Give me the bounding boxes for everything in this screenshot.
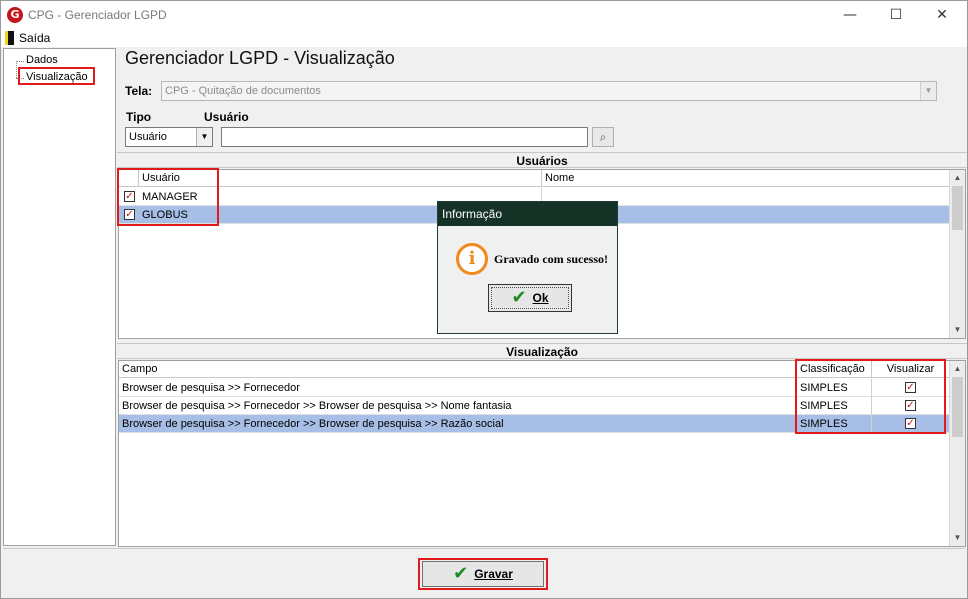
navigation-tree: Dados Visualização [3, 48, 116, 546]
tela-select-value: CPG - Quitação de documentos [165, 85, 321, 97]
visualizar-cell: ✓ [872, 397, 950, 415]
close-button[interactable]: ✕ [919, 1, 965, 29]
ok-button[interactable]: ✔ Ok [488, 284, 572, 312]
page-title: Gerenciador LGPD - Visualização [125, 48, 395, 68]
visualizacao-panel-title: Visualização [117, 343, 967, 359]
binoculars-icon: ⌕ [599, 130, 607, 144]
chevron-down-icon[interactable]: ▼ [196, 128, 212, 146]
maximize-button[interactable]: ☐ [873, 1, 919, 29]
campo-cell: Browser de pesquisa >> Fornecedor >> Bro… [119, 415, 797, 433]
table-row[interactable]: Browser de pesquisa >> Fornecedor >> Bro… [119, 415, 950, 433]
classificacao-cell: SIMPLES [797, 397, 872, 415]
scroll-down-icon[interactable]: ▼ [950, 322, 965, 338]
checkmark-icon: ✔ [453, 563, 469, 584]
exit-door-icon [5, 31, 14, 45]
visualizar-cell: ✓ [872, 415, 950, 433]
visualizar-checkbox[interactable]: ✓ [905, 400, 916, 411]
column-header-campo[interactable]: Campo [119, 361, 797, 378]
classificacao-cell: SIMPLES [797, 379, 872, 397]
scroll-thumb[interactable] [952, 186, 963, 230]
visualizacao-grid: Campo Classificação Visualizar Browser d… [118, 360, 966, 547]
tipo-label: Tipo [126, 110, 152, 124]
tree-connector [16, 78, 24, 79]
column-header-nome[interactable]: Nome [542, 170, 950, 187]
dialog-title[interactable]: Informação [438, 202, 617, 226]
tree-connector [16, 61, 17, 78]
visualizacao-scrollbar[interactable]: ▲ ▼ [949, 361, 965, 546]
binoculars-search-button[interactable]: ⌕ [592, 127, 614, 147]
column-header-classificacao[interactable]: Classificação [797, 361, 872, 378]
menu-bar: Saída [1, 29, 967, 47]
dialog-message: Gravado com sucesso! [494, 252, 608, 266]
scroll-thumb[interactable] [952, 377, 963, 437]
column-header-visualizar[interactable]: Visualizar [872, 361, 950, 378]
visualizar-cell: ✓ [872, 379, 950, 397]
visualizar-checkbox[interactable]: ✓ [905, 382, 916, 393]
usuario-filter-label: Usuário [204, 110, 249, 124]
minimize-button[interactable]: — [827, 1, 873, 29]
grid-header-indicator [119, 170, 139, 187]
classificacao-cell: SIMPLES [797, 415, 872, 433]
table-row[interactable]: Browser de pesquisa >> Fornecedor >> Bro… [119, 397, 950, 415]
tree-connector [16, 61, 24, 62]
tree-item-dados[interactable]: Dados [26, 54, 58, 66]
gravar-button-label: Gravar [474, 567, 513, 581]
tela-select: CPG - Quitação de documentos ▼ [161, 81, 937, 101]
app-window: G CPG - Gerenciador LGPD — ☐ ✕ Saída Dad… [0, 0, 968, 599]
column-header-usuario[interactable]: Usuário [139, 170, 542, 187]
usuarios-panel-title: Usuários [117, 152, 967, 168]
menu-item-saida[interactable]: Saída [5, 30, 50, 46]
tipo-select-value: Usuário [129, 131, 167, 143]
row-checkbox[interactable]: ✓ [124, 209, 135, 220]
title-bar[interactable]: G CPG - Gerenciador LGPD — ☐ ✕ [1, 1, 967, 29]
gravar-button[interactable]: ✔ Gravar [422, 561, 544, 587]
scroll-down-icon[interactable]: ▼ [950, 530, 965, 546]
row-checkbox[interactable]: ✓ [124, 191, 135, 202]
scroll-up-icon[interactable]: ▲ [950, 361, 965, 377]
chevron-down-icon: ▼ [920, 82, 936, 100]
info-icon: i [456, 243, 488, 275]
campo-cell: Browser de pesquisa >> Fornecedor [119, 379, 797, 397]
table-row[interactable]: Browser de pesquisa >> Fornecedor SIMPLE… [119, 379, 950, 397]
tipo-select[interactable]: Usuário ▼ [125, 127, 213, 147]
tree-item-visualizacao[interactable]: Visualização [26, 71, 88, 83]
app-logo-icon: G [7, 7, 23, 23]
tela-label: Tela: [125, 84, 153, 98]
visualizar-checkbox[interactable]: ✓ [905, 418, 916, 429]
info-dialog: Informação i Gravado com sucesso! ✔ Ok [437, 201, 618, 334]
menu-item-saida-label: Saída [19, 31, 51, 45]
usuarios-scrollbar[interactable]: ▲ ▼ [949, 170, 965, 338]
window-title: CPG - Gerenciador LGPD [28, 8, 167, 22]
scroll-up-icon[interactable]: ▲ [950, 170, 965, 186]
campo-cell: Browser de pesquisa >> Fornecedor >> Bro… [119, 397, 797, 415]
usuario-search-input[interactable] [221, 127, 588, 147]
focus-outline [491, 287, 569, 309]
